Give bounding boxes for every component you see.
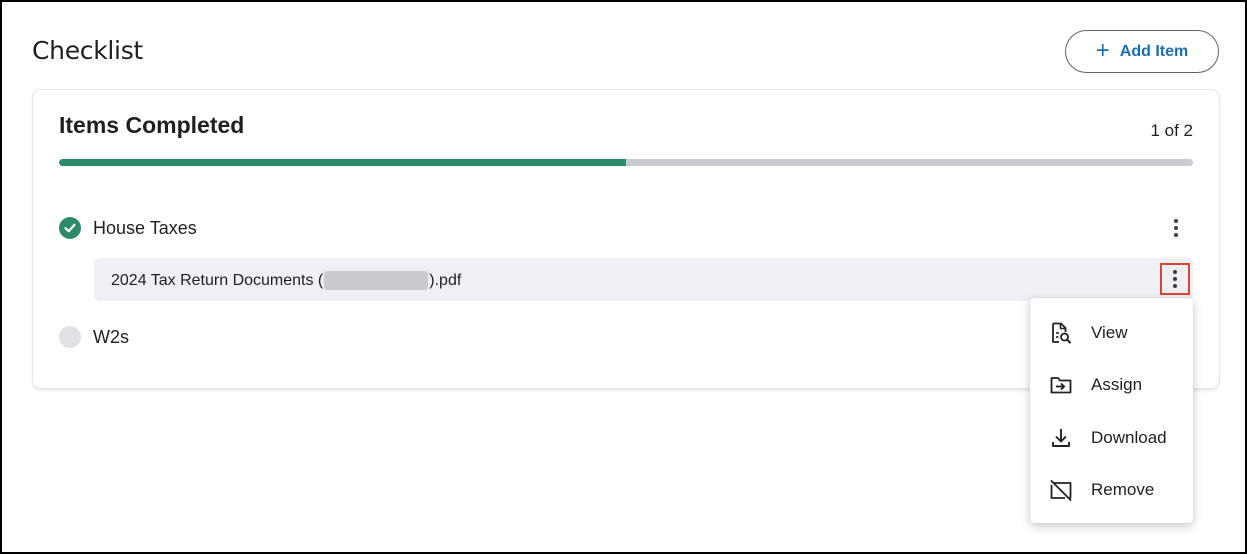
assign-folder-icon [1050, 377, 1072, 394]
document-more-options-icon[interactable] [1160, 263, 1190, 295]
download-icon [1052, 429, 1070, 447]
progress-bar [59, 159, 1193, 166]
menu-item-assign[interactable]: Assign [1030, 365, 1193, 405]
plus-icon: + [1095, 36, 1110, 64]
checklist-item-house-taxes[interactable]: House Taxes [59, 217, 197, 239]
document-context-menu: View Assign Download Remove [1030, 298, 1193, 523]
menu-item-label: Download [1091, 428, 1167, 447]
document-name-prefix: 2024 Tax Return Documents ( [111, 271, 324, 289]
item-more-options-icon[interactable] [1163, 214, 1189, 242]
document-name-suffix: ).pdf [429, 271, 462, 289]
checklist-item-w2s[interactable]: W2s [59, 326, 129, 348]
item-label: House Taxes [93, 217, 197, 238]
progress-fill [59, 159, 626, 166]
menu-item-remove[interactable]: Remove [1030, 470, 1193, 510]
document-name[interactable]: 2024 Tax Return Documents ( ).pdf [111, 271, 461, 290]
menu-item-label: View [1091, 323, 1128, 342]
menu-item-label: Assign [1091, 375, 1143, 394]
document-row[interactable]: 2024 Tax Return Documents ( ).pdf [94, 258, 1193, 301]
menu-item-label: Remove [1091, 480, 1155, 499]
redacted-text [324, 271, 429, 290]
checkmark-circle-icon [59, 217, 81, 239]
checklist-panel: Checklist + Add Item Items Completed 1 o… [0, 0, 1247, 554]
item-label: W2s [93, 326, 129, 347]
incomplete-circle-icon [59, 326, 81, 348]
view-document-icon [1052, 322, 1071, 344]
completed-count: 1 of 2 [1150, 121, 1193, 140]
page-title: Checklist [32, 36, 143, 65]
menu-item-view[interactable]: View [1030, 313, 1193, 353]
add-item-label: Add Item [1119, 42, 1189, 60]
menu-item-download[interactable]: Download [1030, 418, 1193, 458]
card-title: Items Completed [59, 112, 245, 138]
remove-icon [1050, 480, 1072, 501]
add-item-button[interactable]: + Add Item [1065, 30, 1219, 73]
